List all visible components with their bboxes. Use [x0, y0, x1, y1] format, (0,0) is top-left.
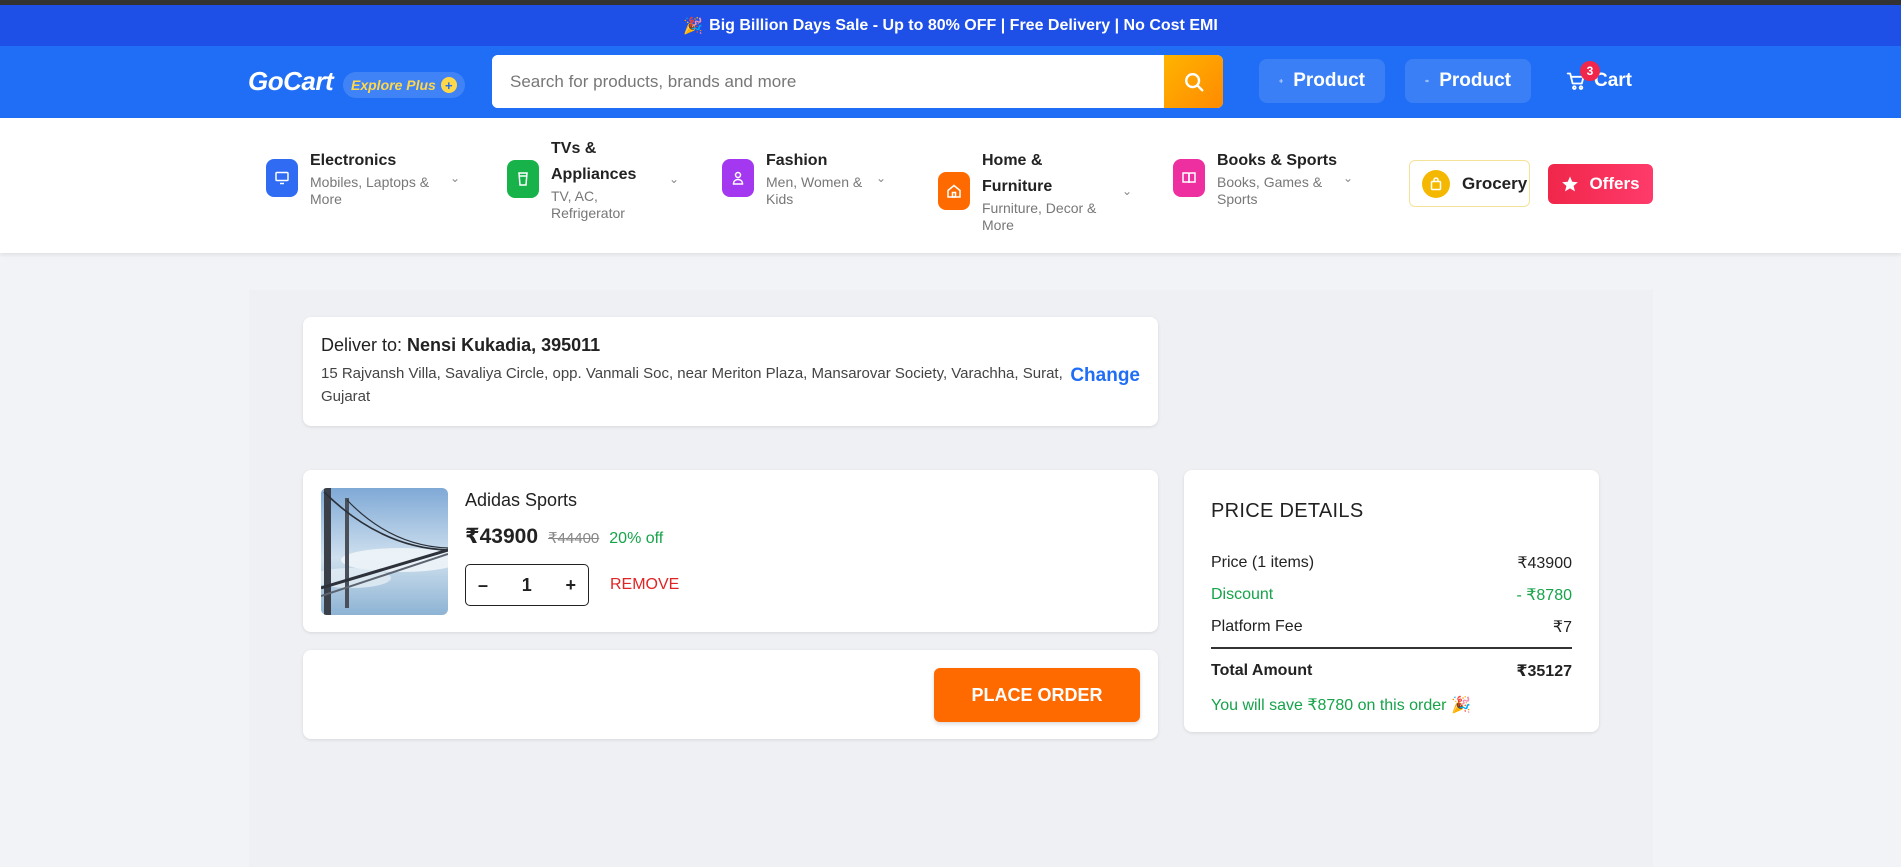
category-title: Home & Furniture: [982, 152, 1053, 195]
product-price-row: ₹43900 ₹44400 20% off: [465, 524, 663, 549]
category-electronics[interactable]: Electronics Mobiles, Laptops & More ⌄: [266, 148, 460, 208]
promo-text: Big Billion Days Sale - Up to 80% OFF | …: [709, 16, 1218, 34]
chevron-down-icon: ⌄: [1343, 171, 1354, 185]
deliver-to-prefix: Deliver to:: [321, 335, 403, 355]
savings-message: You will save ₹8780 on this order 🎉: [1211, 697, 1471, 714]
plus-icon: [1279, 78, 1284, 84]
category-fashion[interactable]: Fashion Men, Women & Kids ⌄: [722, 148, 886, 208]
deliver-to-line: Deliver to: Nensi Kukadia, 395011: [321, 335, 1140, 356]
logo[interactable]: GoCart: [248, 66, 334, 97]
cart-item: Adidas Sports ₹43900 ₹44400 20% off – 1 …: [303, 470, 1158, 632]
product-image[interactable]: [321, 488, 448, 615]
category-bar: Electronics Mobiles, Laptops & More ⌄ TV…: [0, 118, 1901, 253]
cart-count-badge: 3: [1580, 61, 1600, 81]
price-label: Price (1 items): [1211, 554, 1315, 571]
book-icon: [1173, 159, 1205, 197]
party-icon: 🎉: [683, 17, 704, 35]
total-value: ₹35127: [1516, 663, 1572, 680]
place-order-card: PLACE ORDER: [303, 650, 1158, 739]
recipient-name: Nensi Kukadia, 395011: [407, 335, 601, 355]
remove-item-button[interactable]: REMOVE: [610, 576, 679, 594]
total-label: Total Amount: [1211, 662, 1313, 679]
view-product-button[interactable]: Product: [1405, 59, 1531, 103]
price-details-card: PRICE DETAILS Price (1 items) ₹43900 Dis…: [1184, 470, 1599, 732]
delivery-address: 15 Rajvansh Villa, Savaliya Circle, opp.…: [321, 365, 1063, 405]
search-icon: [1184, 72, 1203, 91]
quantity-value: 1: [521, 574, 532, 595]
offers-label: Offers: [1589, 174, 1640, 193]
person-icon: [722, 159, 754, 197]
explore-plus-link[interactable]: Explore Plus +: [343, 72, 465, 98]
checkout-area: Deliver to: Nensi Kukadia, 395011 15 Raj…: [249, 290, 1653, 867]
grocery-button[interactable]: Grocery: [1409, 160, 1530, 207]
divider: [1211, 647, 1572, 649]
platform-fee-value: ₹7: [1552, 619, 1572, 636]
chevron-down-icon: ⌄: [669, 172, 680, 186]
category-subtitle: Mobiles, Laptops & More: [310, 174, 430, 207]
category-subtitle: Furniture, Decor & More: [982, 200, 1097, 233]
category-subtitle: Men, Women & Kids: [766, 174, 863, 207]
price-value: ₹43900: [1517, 555, 1572, 572]
product-mrp: ₹44400: [548, 530, 600, 547]
chevron-down-icon: ⌄: [450, 171, 461, 185]
change-address-button[interactable]: Change: [1070, 365, 1140, 387]
category-title: Books & Sports: [1217, 152, 1338, 169]
cart-button[interactable]: 3 Cart: [1566, 59, 1632, 103]
add-product-label: Product: [1293, 70, 1365, 91]
offers-button[interactable]: Offers: [1548, 164, 1653, 204]
delivery-address-card: Deliver to: Nensi Kukadia, 395011 15 Raj…: [303, 317, 1158, 426]
decrease-quantity-button[interactable]: –: [478, 575, 488, 596]
grocery-label: Grocery: [1462, 173, 1528, 193]
increase-quantity-button[interactable]: +: [565, 575, 576, 596]
add-product-button[interactable]: Product: [1259, 59, 1385, 103]
category-title: TVs & Appliances: [551, 140, 637, 183]
platform-fee-label: Platform Fee: [1211, 618, 1303, 635]
discount-label: Discount: [1211, 586, 1274, 603]
home-icon: [938, 172, 970, 210]
chevron-down-icon: ⌄: [876, 171, 887, 185]
header: GoCart Explore Plus + Product Product 3 …: [0, 46, 1901, 118]
monitor-icon: [266, 159, 298, 197]
category-title: Electronics: [310, 152, 397, 169]
category-subtitle: Books, Games & Sports: [1217, 174, 1323, 207]
star-icon: [1562, 176, 1579, 192]
promo-banner: 🎉 Big Billion Days Sale - Up to 80% OFF …: [0, 5, 1901, 46]
explore-plus-label: Explore Plus: [351, 77, 436, 93]
shopping-bag-icon: [1422, 169, 1450, 198]
search-button[interactable]: [1164, 55, 1223, 108]
chevron-down-icon: ⌄: [1122, 184, 1133, 198]
category-subtitle: TV, AC, Refrigerator: [551, 188, 625, 221]
category-home-furniture[interactable]: Home & Furniture Furniture, Decor & More…: [938, 148, 1132, 234]
category-title: Fashion: [766, 152, 828, 169]
price-row: Price (1 items) ₹43900: [1211, 547, 1572, 579]
place-order-button[interactable]: PLACE ORDER: [934, 668, 1140, 722]
product-name[interactable]: Adidas Sports: [465, 490, 577, 511]
product-price: ₹43900: [465, 525, 539, 548]
category-tvs-appliances[interactable]: TVs & Appliances TV, AC, Refrigerator ⌄: [507, 136, 679, 222]
appliance-icon: [507, 160, 539, 198]
product-discount: 20% off: [609, 530, 664, 547]
view-product-label: Product: [1439, 70, 1511, 91]
plus-star-icon: +: [440, 77, 457, 93]
search-input[interactable]: [492, 55, 1164, 108]
eye-icon: [1425, 79, 1430, 83]
price-details-title: PRICE DETAILS: [1211, 500, 1364, 522]
platform-fee-row: Platform Fee ₹7: [1211, 611, 1572, 643]
discount-row: Discount - ₹8780: [1211, 579, 1572, 611]
search-bar: [492, 55, 1223, 108]
total-amount-row: Total Amount ₹35127: [1211, 655, 1572, 687]
quantity-stepper: – 1 +: [465, 564, 589, 606]
discount-value: - ₹8780: [1516, 587, 1572, 604]
category-books-sports[interactable]: Books & Sports Books, Games & Sports ⌄: [1173, 148, 1353, 208]
